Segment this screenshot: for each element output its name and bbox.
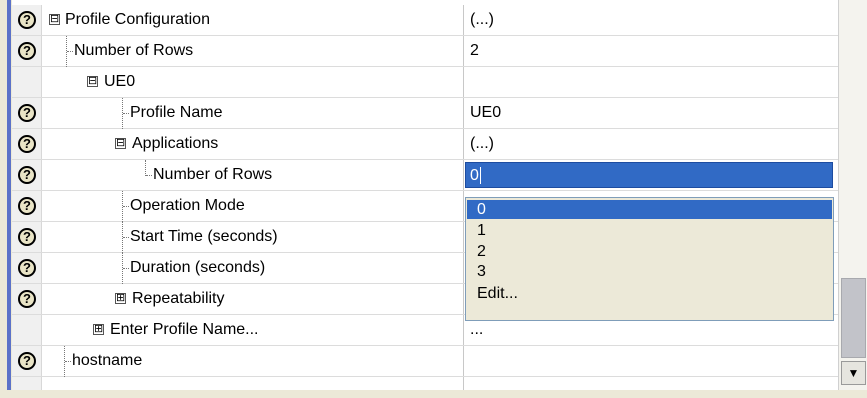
row-label: Profile Configuration bbox=[65, 11, 210, 28]
row-value[interactable]: (...) bbox=[470, 135, 494, 153]
icon-column: ? bbox=[12, 5, 42, 35]
row-number-of-rows[interactable]: ? Number of Rows 2 bbox=[12, 36, 838, 67]
column-divider bbox=[463, 222, 464, 252]
column-divider bbox=[463, 129, 464, 159]
dropdown-option-edit[interactable]: Edit... bbox=[467, 284, 832, 303]
icon-column: ? bbox=[12, 253, 42, 283]
left-accent-bar bbox=[7, 0, 11, 398]
row-label: Profile Name bbox=[130, 104, 223, 121]
help-icon[interactable]: ? bbox=[18, 11, 36, 29]
row-hostname[interactable]: ? hostname bbox=[12, 346, 838, 377]
vertical-scrollbar[interactable]: ▼ bbox=[838, 0, 867, 398]
row-label: Number of Rows bbox=[74, 42, 194, 59]
help-icon[interactable]: ? bbox=[18, 228, 36, 246]
icon-column: ? bbox=[12, 98, 42, 128]
collapse-icon[interactable]: ⊟ bbox=[49, 14, 60, 25]
row-profile-configuration[interactable]: ? ⊟ Profile Configuration (...) bbox=[12, 5, 838, 36]
scroll-down-icon[interactable]: ▼ bbox=[841, 361, 866, 385]
column-divider bbox=[463, 5, 464, 35]
row-label: Applications bbox=[132, 135, 219, 152]
number-of-rows-edit-field[interactable]: 0 bbox=[465, 162, 833, 188]
row-value[interactable]: UE0 bbox=[470, 104, 501, 122]
row-value[interactable]: ... bbox=[470, 321, 483, 339]
tree-branch bbox=[123, 268, 129, 269]
row-ue0[interactable]: ⊟ UE0 bbox=[12, 67, 838, 98]
tree-branch bbox=[67, 51, 73, 52]
help-icon[interactable]: ? bbox=[18, 42, 36, 60]
dropdown-option-3[interactable]: 3 bbox=[467, 262, 832, 281]
row-label: Duration (seconds) bbox=[130, 259, 266, 276]
icon-column: ? bbox=[12, 222, 42, 252]
dropdown-option-2[interactable]: 2 bbox=[467, 242, 832, 261]
column-divider bbox=[463, 377, 464, 390]
row-label: UE0 bbox=[104, 73, 136, 90]
scrollbar-thumb[interactable] bbox=[841, 278, 866, 358]
bottom-edge bbox=[0, 390, 867, 398]
column-divider bbox=[463, 160, 464, 190]
row-applications[interactable]: ? ⊟ Applications (...) bbox=[12, 129, 838, 160]
row-label: hostname bbox=[72, 352, 143, 369]
icon-column: ? bbox=[12, 346, 42, 376]
icon-column bbox=[12, 315, 42, 345]
dropdown-option-1[interactable]: 1 bbox=[467, 221, 832, 240]
tree-line bbox=[145, 160, 146, 176]
number-of-rows-dropdown[interactable]: 0 1 2 3 Edit... bbox=[465, 197, 834, 321]
help-icon[interactable]: ? bbox=[18, 166, 36, 184]
tree-branch bbox=[123, 113, 129, 114]
expand-icon[interactable]: ⊞ bbox=[93, 324, 104, 335]
tree-branch bbox=[146, 175, 152, 176]
text-caret bbox=[479, 167, 481, 185]
edit-field-value: 0 bbox=[470, 167, 479, 184]
help-icon[interactable]: ? bbox=[18, 135, 36, 153]
collapse-icon[interactable]: ⊟ bbox=[87, 76, 98, 87]
row-label: Start Time (seconds) bbox=[130, 228, 278, 245]
row-value[interactable]: (...) bbox=[470, 11, 494, 29]
row-applications-number-of-rows[interactable]: ? Number of Rows 0 bbox=[12, 160, 838, 191]
left-panel-edge bbox=[0, 0, 12, 398]
row-profile-name[interactable]: ? Profile Name UE0 bbox=[12, 98, 838, 129]
help-icon[interactable]: ? bbox=[18, 259, 36, 277]
help-icon[interactable]: ? bbox=[18, 104, 36, 122]
help-icon[interactable]: ? bbox=[18, 290, 36, 308]
collapse-icon[interactable]: ⊟ bbox=[115, 138, 126, 149]
icon-column: ? bbox=[12, 36, 42, 66]
dropdown-option-0[interactable]: 0 bbox=[467, 200, 832, 219]
icon-column: ? bbox=[12, 284, 42, 314]
tree-branch bbox=[123, 206, 129, 207]
column-divider bbox=[463, 284, 464, 314]
icon-column: ? bbox=[12, 191, 42, 221]
column-divider bbox=[463, 36, 464, 66]
column-divider bbox=[463, 346, 464, 376]
column-divider bbox=[463, 67, 464, 97]
help-icon[interactable]: ? bbox=[18, 197, 36, 215]
property-grid: ? ⊟ Profile Configuration (...) ? Number… bbox=[12, 0, 838, 390]
row-label: Enter Profile Name... bbox=[110, 321, 259, 338]
icon-column: ? bbox=[12, 160, 42, 190]
row-label: Repeatability bbox=[132, 290, 225, 307]
icon-column bbox=[12, 67, 42, 97]
column-divider bbox=[463, 253, 464, 283]
row-value[interactable]: 2 bbox=[470, 42, 479, 60]
row-label: Number of Rows bbox=[153, 166, 273, 183]
icon-column: ? bbox=[12, 129, 42, 159]
column-divider bbox=[463, 191, 464, 221]
row-partial bbox=[12, 377, 838, 390]
tree-branch bbox=[123, 237, 129, 238]
help-icon[interactable]: ? bbox=[18, 352, 36, 370]
tree-branch bbox=[65, 361, 71, 362]
expand-icon[interactable]: ⊞ bbox=[115, 293, 126, 304]
row-label: Operation Mode bbox=[130, 197, 245, 214]
icon-column bbox=[12, 377, 42, 390]
column-divider bbox=[463, 315, 464, 345]
column-divider bbox=[463, 98, 464, 128]
